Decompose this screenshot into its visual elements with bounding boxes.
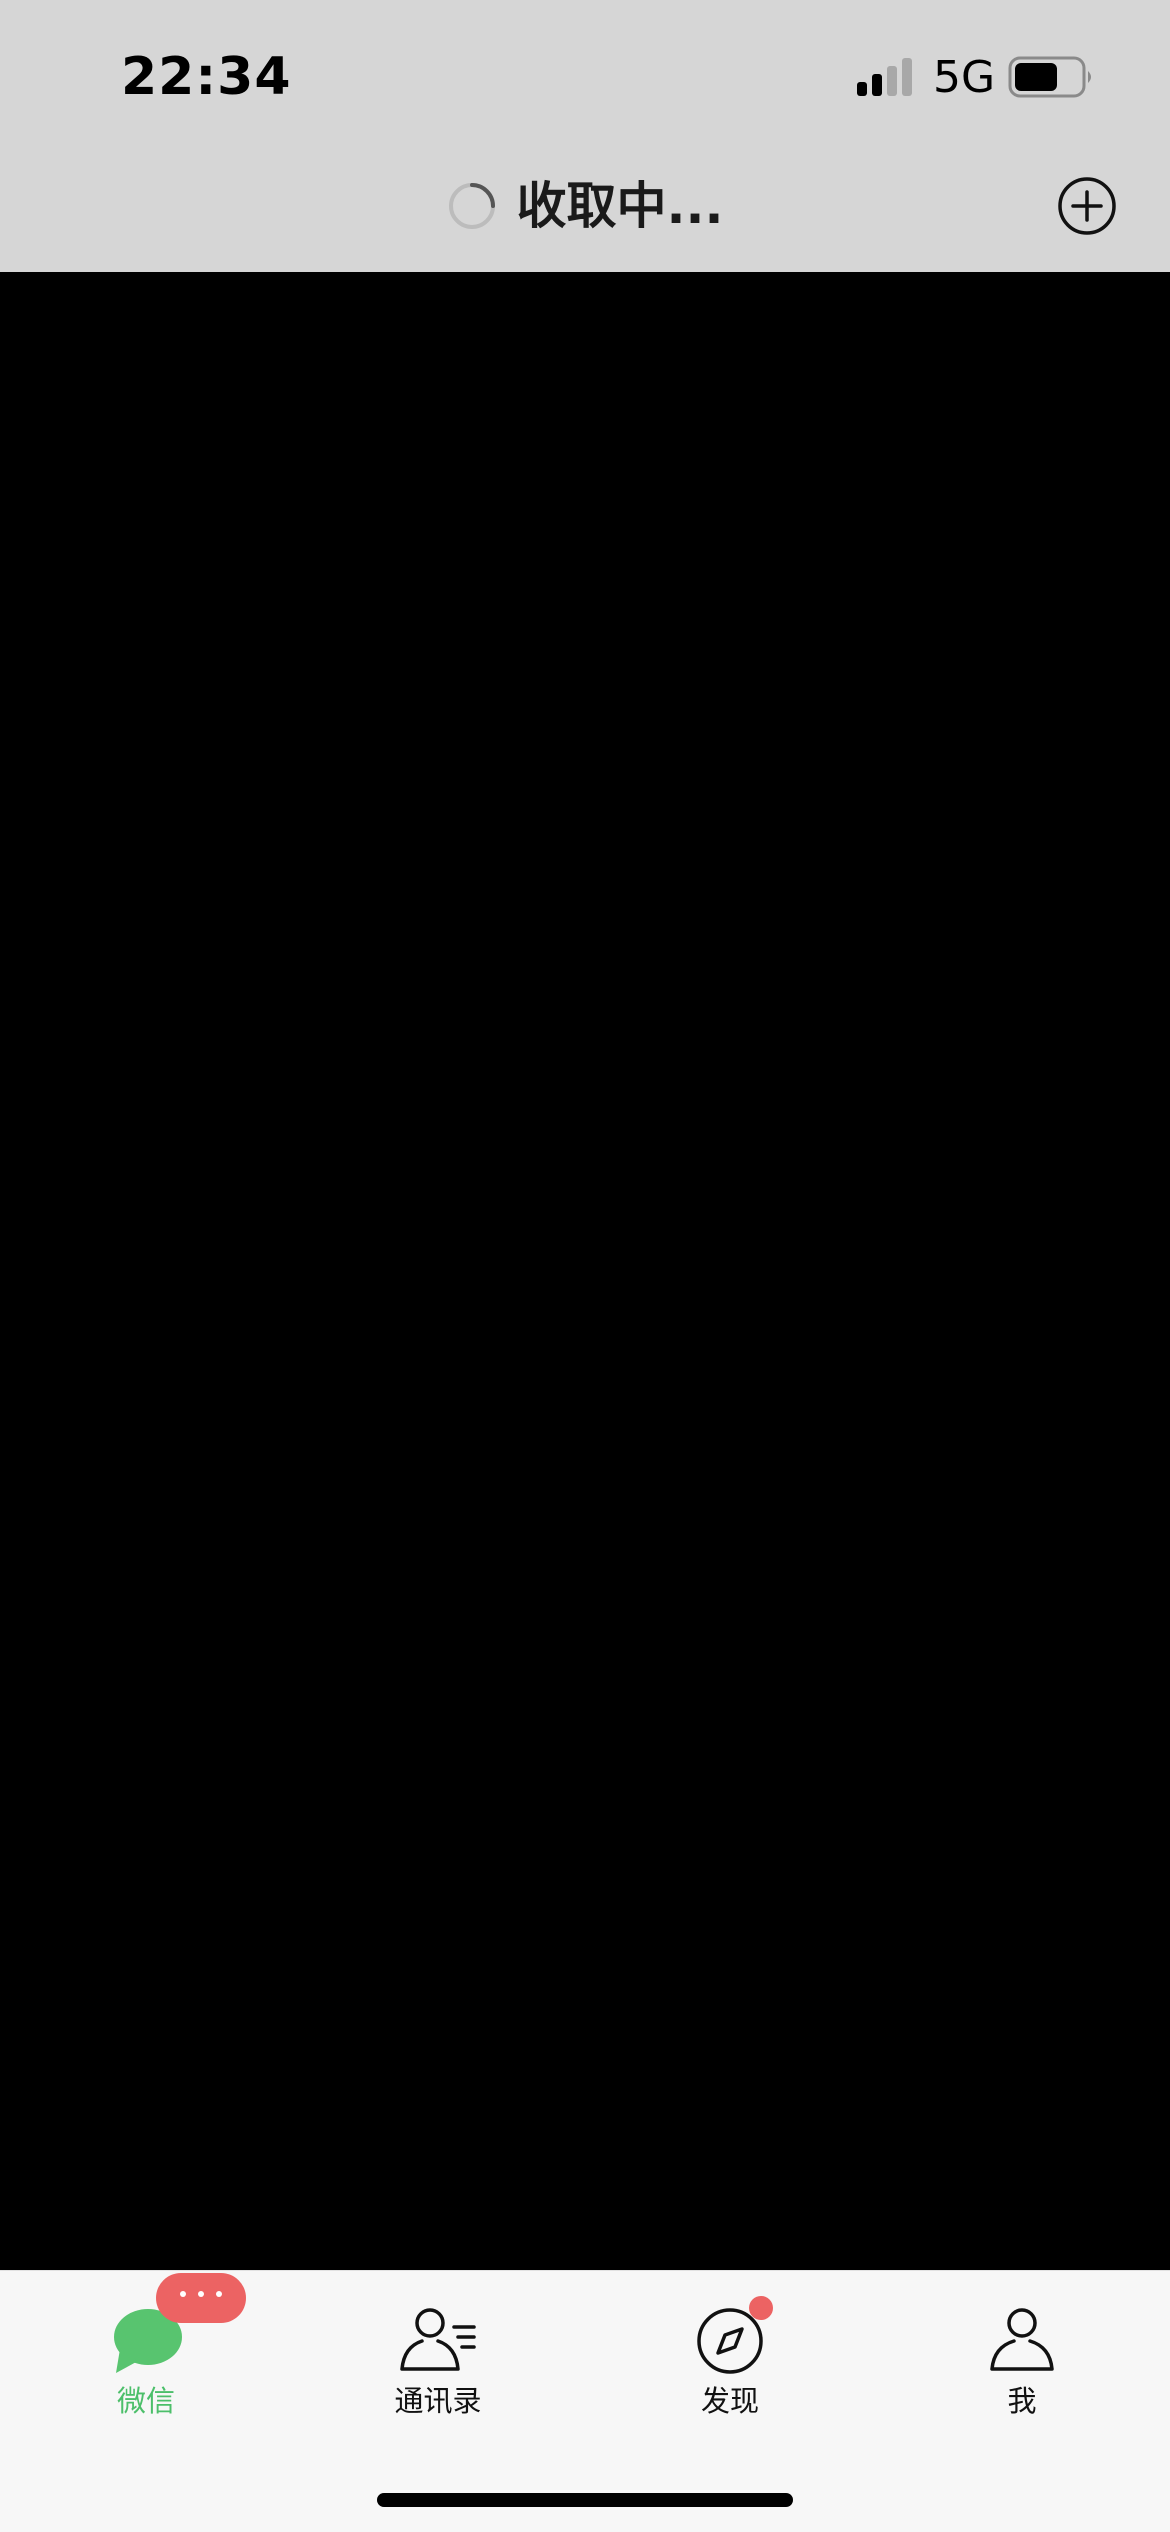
page-title: 收取中...: [516, 177, 724, 235]
tab-me[interactable]: 我: [876, 2271, 1168, 2441]
signal-strength-icon: [857, 58, 912, 96]
person-icon: [990, 2308, 1054, 2371]
tab-label: 微信: [116, 2384, 175, 2418]
add-circle-icon[interactable]: [1058, 177, 1116, 235]
status-time: 22:34: [121, 47, 292, 107]
tab-discover[interactable]: 发现: [584, 2271, 876, 2441]
nav-title-bar: 收取中...: [0, 170, 1170, 242]
tab-label: 我: [1007, 2384, 1037, 2418]
ellipsis-badge-icon: [156, 2273, 246, 2323]
tab-label: 发现: [700, 2384, 759, 2418]
wechat-screen: 22:34 5G 收取中... 微信 通讯录 发现 我: [0, 0, 1170, 2532]
top-bar: 22:34 5G 收取中...: [0, 0, 1170, 272]
network-type: 5G: [933, 52, 996, 103]
notification-dot: [749, 2296, 773, 2320]
tab-chats[interactable]: 微信: [0, 2271, 292, 2441]
chat-list-area: [0, 272, 1170, 2270]
tab-label: 通讯录: [394, 2384, 482, 2418]
contacts-icon: [400, 2308, 476, 2371]
spinner-icon: [448, 183, 495, 229]
home-indicator[interactable]: [377, 2493, 793, 2507]
tab-contacts[interactable]: 通讯录: [292, 2271, 584, 2441]
battery-icon: [1008, 56, 1091, 98]
